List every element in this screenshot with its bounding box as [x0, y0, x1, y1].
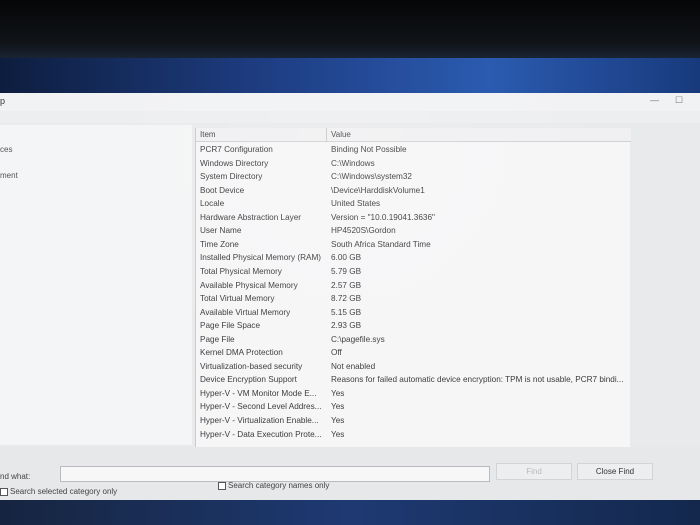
- checkbox-box[interactable]: [0, 487, 8, 496]
- tree-item-resources[interactable]: ces: [0, 145, 12, 154]
- row-item: Hyper-V - Virtualization Enable...: [200, 416, 319, 425]
- row-value: South Africa Standard Time: [331, 239, 431, 249]
- table-row[interactable]: Available Physical Memory 2.57 GB: [196, 280, 631, 294]
- table-row[interactable]: Installed Physical Memory (RAM) 6.00 GB: [196, 252, 631, 266]
- row-value: HP4520S\Gordon: [331, 226, 396, 236]
- monitor-bezel-top: [0, 0, 700, 60]
- row-item: Device Encryption Support: [200, 375, 297, 385]
- row-value: C:\Windows: [331, 158, 375, 168]
- table-row[interactable]: Virtualization-based security Not enabled: [196, 361, 631, 375]
- table-row[interactable]: Total Virtual Memory 8.72 GB: [196, 293, 631, 307]
- row-value: United States: [331, 199, 381, 209]
- row-value: C:\pagefile.sys: [331, 334, 385, 344]
- maximize-button[interactable]: ☐: [675, 95, 683, 106]
- find-what-input[interactable]: [60, 466, 490, 482]
- row-value: Yes: [331, 402, 345, 412]
- list-header: Item Value: [196, 128, 631, 142]
- row-value: 6.00 GB: [331, 253, 362, 263]
- table-row[interactable]: Total Physical Memory 5.79 GB: [196, 266, 631, 280]
- row-value: 5.15 GB: [331, 307, 362, 317]
- row-value: 2.57 GB: [331, 280, 362, 290]
- row-value: \Device\HarddiskVolume1: [331, 185, 425, 195]
- tree-item-environment[interactable]: ment: [0, 171, 18, 180]
- row-item: System Directory: [200, 172, 263, 182]
- row-value: Yes: [331, 429, 345, 439]
- row-item: Available Virtual Memory: [200, 307, 291, 317]
- find-what-label: nd what:: [0, 472, 31, 481]
- desktop-background: [0, 58, 700, 96]
- row-item: Hyper-V - Data Execution Prote...: [200, 429, 322, 439]
- row-item: Available Physical Memory: [200, 280, 298, 290]
- table-row[interactable]: User Name HP4520S\Gordon: [196, 225, 631, 239]
- close-find-button[interactable]: Close Find: [577, 463, 653, 480]
- row-item: User Name: [200, 226, 242, 236]
- table-row[interactable]: PCR7 Configuration Binding Not Possible: [196, 144, 631, 158]
- column-header-item[interactable]: Item: [200, 130, 216, 139]
- row-item: Hardware Abstraction Layer: [200, 212, 302, 222]
- table-row[interactable]: Page File C:\pagefile.sys: [196, 334, 631, 348]
- row-value: 5.79 GB: [331, 266, 362, 276]
- search-names-checkbox[interactable]: Search category names only: [218, 481, 329, 490]
- row-item: Locale: [200, 199, 225, 209]
- row-value: C:\Windows\system32: [331, 172, 412, 182]
- details-list[interactable]: Item Value PCR7 Configuration Binding Not…: [195, 128, 631, 448]
- table-row[interactable]: Time Zone South Africa Standard Time: [196, 239, 631, 253]
- title-text: p: [0, 96, 6, 106]
- row-item: Page File: [200, 334, 235, 344]
- row-item: Hyper-V - Second Level Addres...: [200, 402, 322, 412]
- row-item: Total Physical Memory: [200, 266, 282, 276]
- row-value: Yes: [331, 416, 345, 425]
- table-row[interactable]: Hyper-V - Second Level Addres... Yes: [196, 401, 631, 415]
- table-row[interactable]: Available Virtual Memory 5.15 GB: [196, 307, 631, 321]
- table-row[interactable]: Hyper-V - Virtualization Enable... Yes: [196, 415, 631, 429]
- row-item: Kernel DMA Protection: [200, 348, 283, 358]
- row-item: Total Virtual Memory: [200, 294, 275, 304]
- row-item: Page File Space: [200, 321, 261, 331]
- row-value: Yes: [331, 388, 345, 398]
- column-divider[interactable]: [326, 128, 327, 142]
- row-item: PCR7 Configuration: [200, 145, 273, 154]
- taskbar: [0, 500, 700, 525]
- row-value: Off: [331, 348, 342, 358]
- table-row[interactable]: Boot Device \Device\HarddiskVolume1: [196, 185, 631, 199]
- checkbox-box[interactable]: [218, 481, 226, 490]
- row-item: Installed Physical Memory (RAM): [200, 253, 322, 263]
- find-bar: nd what: Find Close Find Search selected…: [0, 447, 700, 503]
- row-item: Windows Directory: [200, 158, 269, 168]
- row-item: Hyper-V - VM Monitor Mode E...: [200, 388, 317, 398]
- table-row[interactable]: Kernel DMA Protection Off: [196, 347, 631, 361]
- table-row[interactable]: Hyper-V - Data Execution Prote... Yes: [196, 429, 631, 443]
- find-button[interactable]: Find: [496, 463, 572, 480]
- row-value: Version = "10.0.19041.3636": [331, 212, 435, 222]
- table-row[interactable]: System Directory C:\Windows\system32: [196, 171, 631, 185]
- minimize-button[interactable]: —: [650, 95, 659, 105]
- search-selected-label: Search selected category only: [10, 487, 118, 496]
- table-row[interactable]: Locale United States: [196, 198, 631, 212]
- search-names-label: Search category names only: [228, 481, 330, 490]
- row-value: Not enabled: [331, 361, 376, 371]
- row-item: Time Zone: [200, 239, 239, 249]
- column-header-value[interactable]: Value: [331, 130, 351, 139]
- search-selected-checkbox[interactable]: Search selected category only: [0, 487, 117, 496]
- row-value: Binding Not Possible: [331, 145, 407, 154]
- title-bar: p — ☐: [0, 93, 700, 111]
- row-value: Reasons for failed automatic device encr…: [331, 375, 624, 385]
- category-tree[interactable]: ces ment: [0, 125, 192, 445]
- menu-bar: [0, 111, 700, 123]
- system-information-window: p — ☐ ces ment Item Value PCR7 Configura…: [0, 93, 700, 503]
- row-value: 8.72 GB: [331, 294, 362, 304]
- table-row[interactable]: Windows Directory C:\Windows: [196, 158, 631, 172]
- table-row[interactable]: Page File Space 2.93 GB: [196, 320, 631, 334]
- table-row[interactable]: Device Encryption Support Reasons for fai…: [196, 374, 631, 388]
- table-row[interactable]: Hardware Abstraction Layer Version = "10.…: [196, 212, 631, 226]
- table-row[interactable]: Hyper-V - VM Monitor Mode E... Yes: [196, 388, 631, 402]
- row-item: Virtualization-based security: [200, 361, 303, 371]
- row-value: 2.93 GB: [331, 321, 362, 331]
- row-item: Boot Device: [200, 185, 245, 195]
